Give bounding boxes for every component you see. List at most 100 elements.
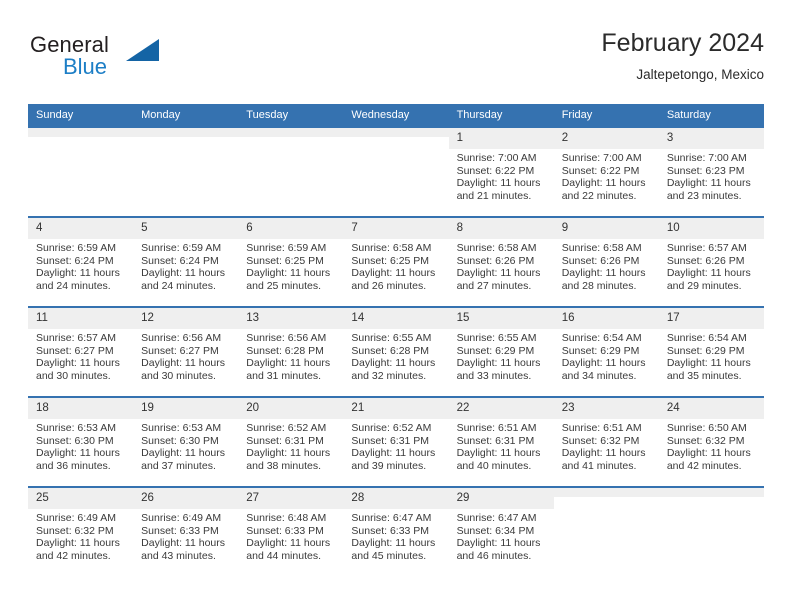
day-details: Sunrise: 7:00 AM Sunset: 6:23 PM Daylight:… bbox=[659, 149, 764, 202]
sunrise-text: Sunrise: 6:59 AM bbox=[36, 242, 116, 254]
calendar-week-row: 4 Sunrise: 6:59 AM Sunset: 6:24 PM Daylight… bbox=[28, 216, 764, 307]
weekday-header-sunday: Sunday bbox=[28, 104, 134, 127]
day-details: Sunrise: 6:49 AM Sunset: 6:32 PM Daylight:… bbox=[28, 509, 133, 562]
weekday-header-monday: Monday bbox=[133, 104, 239, 127]
day-number bbox=[28, 128, 134, 137]
calendar-day-cell[interactable]: 14 Sunrise: 6:55 AM Sunset: 6:28 PM Dayligh… bbox=[343, 306, 449, 397]
calendar-day-cell[interactable]: 6 Sunrise: 6:59 AM Sunset: 6:25 PM Daylight… bbox=[238, 216, 344, 307]
calendar-day-cell[interactable]: 23 Sunrise: 6:51 AM Sunset: 6:32 PM Dayligh… bbox=[553, 396, 659, 487]
calendar-day-cell[interactable]: 26 Sunrise: 6:49 AM Sunset: 6:33 PM Dayligh… bbox=[133, 486, 239, 576]
sunrise-text: Sunrise: 7:00 AM bbox=[666, 152, 747, 164]
calendar-day-cell[interactable]: 15 Sunrise: 6:55 AM Sunset: 6:29 PM Dayligh… bbox=[448, 306, 554, 397]
sunset-text: Sunset: 6:31 PM bbox=[456, 434, 535, 447]
calendar-day-cell[interactable]: 25 Sunrise: 6:49 AM Sunset: 6:32 PM Dayligh… bbox=[28, 486, 134, 576]
day-cell-inner: 3 Sunrise: 7:00 AM Sunset: 6:23 PM Daylight… bbox=[658, 128, 764, 216]
day-cell-inner: 18 Sunrise: 6:53 AM Sunset: 6:30 PM Dayligh… bbox=[28, 398, 134, 486]
calendar-day-cell[interactable]: 7 Sunrise: 6:58 AM Sunset: 6:25 PM Daylight… bbox=[343, 216, 449, 307]
day-number: 20 bbox=[238, 398, 344, 419]
day-number: 21 bbox=[343, 398, 449, 419]
calendar-day-cell[interactable]: 1 Sunrise: 7:00 AM Sunset: 6:22 PM Daylight… bbox=[448, 126, 554, 217]
daylight-text-line1: Daylight: 11 hours bbox=[561, 447, 646, 460]
calendar-day-cell[interactable]: 21 Sunrise: 6:52 AM Sunset: 6:31 PM Dayligh… bbox=[343, 396, 449, 487]
day-details: Sunrise: 6:51 AM Sunset: 6:32 PM Daylight:… bbox=[554, 419, 659, 472]
daylight-text-line1: Daylight: 11 hours bbox=[456, 537, 541, 550]
calendar-day-cell[interactable]: 4 Sunrise: 6:59 AM Sunset: 6:24 PM Daylight… bbox=[28, 216, 134, 307]
day-cell-inner: 1 Sunrise: 7:00 AM Sunset: 6:22 PM Daylight… bbox=[448, 128, 554, 216]
calendar-day-cell[interactable]: 5 Sunrise: 6:59 AM Sunset: 6:24 PM Daylight… bbox=[133, 216, 239, 307]
calendar-day-cell[interactable]: 17 Sunrise: 6:54 AM Sunset: 6:29 PM Dayligh… bbox=[658, 306, 764, 397]
sunset-text: Sunset: 6:26 PM bbox=[561, 254, 640, 267]
day-details: Sunrise: 6:58 AM Sunset: 6:25 PM Daylight:… bbox=[343, 239, 448, 292]
daylight-text-line2: and 46 minutes. bbox=[456, 549, 532, 562]
calendar-empty-cell bbox=[343, 126, 449, 217]
calendar-day-cell[interactable]: 16 Sunrise: 6:54 AM Sunset: 6:29 PM Dayligh… bbox=[553, 306, 659, 397]
day-number bbox=[343, 128, 449, 137]
page-title: February 2024 bbox=[601, 29, 764, 57]
calendar-week-row: 25 Sunrise: 6:49 AM Sunset: 6:32 PM Dayligh… bbox=[28, 486, 764, 576]
calendar-day-cell[interactable]: 13 Sunrise: 6:56 AM Sunset: 6:28 PM Dayligh… bbox=[238, 306, 344, 397]
sunset-text: Sunset: 6:32 PM bbox=[561, 434, 640, 447]
calendar-table: Sunday Monday Tuesday Wednesday Thursday Frid… bbox=[28, 104, 764, 576]
day-number: 26 bbox=[133, 488, 239, 509]
sunrise-text: Sunrise: 6:56 AM bbox=[141, 332, 222, 344]
sunrise-text: Sunrise: 6:54 AM bbox=[561, 332, 642, 344]
calendar-day-cell[interactable]: 29 Sunrise: 6:47 AM Sunset: 6:34 PM Dayligh… bbox=[448, 486, 554, 576]
sunset-text: Sunset: 6:24 PM bbox=[36, 254, 114, 267]
daylight-text-line2: and 23 minutes. bbox=[666, 189, 742, 202]
calendar-day-cell[interactable]: 22 Sunrise: 6:51 AM Sunset: 6:31 PM Dayligh… bbox=[448, 396, 554, 487]
sunset-text: Sunset: 6:33 PM bbox=[141, 524, 219, 537]
daylight-text-line1: Daylight: 11 hours bbox=[36, 267, 120, 280]
calendar-day-cell[interactable]: 10 Sunrise: 6:57 AM Sunset: 6:26 PM Dayligh… bbox=[658, 216, 764, 307]
daylight-text-line2: and 35 minutes. bbox=[666, 369, 742, 382]
day-cell-inner: 14 Sunrise: 6:55 AM Sunset: 6:28 PM Dayligh… bbox=[343, 308, 449, 396]
general-blue-logo[interactable]: General Blue bbox=[30, 32, 260, 88]
daylight-text-line1: Daylight: 11 hours bbox=[666, 177, 751, 190]
sunrise-text: Sunrise: 6:55 AM bbox=[351, 332, 432, 344]
sunrise-text: Sunrise: 6:58 AM bbox=[456, 242, 537, 254]
sunrise-text: Sunrise: 6:49 AM bbox=[36, 512, 116, 524]
calendar-day-cell[interactable]: 27 Sunrise: 6:48 AM Sunset: 6:33 PM Dayligh… bbox=[238, 486, 344, 576]
day-number: 8 bbox=[448, 218, 554, 239]
calendar-day-cell[interactable]: 18 Sunrise: 6:53 AM Sunset: 6:30 PM Dayligh… bbox=[28, 396, 134, 487]
daylight-text-line1: Daylight: 11 hours bbox=[561, 267, 646, 280]
day-details: Sunrise: 6:51 AM Sunset: 6:31 PM Daylight:… bbox=[449, 419, 554, 472]
sunset-text: Sunset: 6:27 PM bbox=[36, 344, 114, 357]
day-number bbox=[133, 128, 239, 137]
day-details: Sunrise: 6:55 AM Sunset: 6:29 PM Daylight:… bbox=[449, 329, 554, 382]
daylight-text-line2: and 33 minutes. bbox=[456, 369, 532, 382]
weekday-header-tuesday: Tuesday bbox=[238, 104, 344, 127]
calendar-day-cell[interactable]: 28 Sunrise: 6:47 AM Sunset: 6:33 PM Dayligh… bbox=[343, 486, 449, 576]
day-number: 5 bbox=[133, 218, 239, 239]
day-cell-inner bbox=[658, 488, 764, 576]
daylight-text-line2: and 30 minutes. bbox=[36, 369, 111, 382]
day-details: Sunrise: 6:56 AM Sunset: 6:27 PM Daylight:… bbox=[133, 329, 238, 382]
calendar-day-cell[interactable]: 2 Sunrise: 7:00 AM Sunset: 6:22 PM Daylight… bbox=[553, 126, 659, 217]
day-cell-inner bbox=[238, 128, 344, 216]
daylight-text-line2: and 24 minutes. bbox=[141, 279, 216, 292]
sunset-text: Sunset: 6:34 PM bbox=[456, 524, 535, 537]
sunrise-text: Sunrise: 6:58 AM bbox=[561, 242, 642, 254]
calendar-day-cell[interactable]: 9 Sunrise: 6:58 AM Sunset: 6:26 PM Daylight… bbox=[553, 216, 659, 307]
daylight-text-line2: and 24 minutes. bbox=[36, 279, 111, 292]
day-number: 27 bbox=[238, 488, 344, 509]
calendar-day-cell[interactable]: 12 Sunrise: 6:56 AM Sunset: 6:27 PM Dayligh… bbox=[133, 306, 239, 397]
calendar-day-cell[interactable]: 20 Sunrise: 6:52 AM Sunset: 6:31 PM Dayligh… bbox=[238, 396, 344, 487]
day-cell-inner: 23 Sunrise: 6:51 AM Sunset: 6:32 PM Dayligh… bbox=[553, 398, 659, 486]
daylight-text-line2: and 38 minutes. bbox=[246, 459, 321, 472]
day-cell-inner: 17 Sunrise: 6:54 AM Sunset: 6:29 PM Dayligh… bbox=[658, 308, 764, 396]
calendar-day-cell[interactable]: 8 Sunrise: 6:58 AM Sunset: 6:26 PM Daylight… bbox=[448, 216, 554, 307]
day-number: 6 bbox=[238, 218, 344, 239]
sunset-text: Sunset: 6:31 PM bbox=[246, 434, 324, 447]
calendar-day-cell[interactable]: 11 Sunrise: 6:57 AM Sunset: 6:27 PM Dayligh… bbox=[28, 306, 134, 397]
daylight-text-line2: and 42 minutes. bbox=[36, 549, 111, 562]
day-details: Sunrise: 6:53 AM Sunset: 6:30 PM Daylight:… bbox=[133, 419, 238, 472]
day-cell-inner: 25 Sunrise: 6:49 AM Sunset: 6:32 PM Dayligh… bbox=[28, 488, 134, 576]
day-details: Sunrise: 6:52 AM Sunset: 6:31 PM Daylight:… bbox=[238, 419, 343, 472]
sunrise-text: Sunrise: 7:00 AM bbox=[561, 152, 642, 164]
calendar-day-cell[interactable]: 3 Sunrise: 7:00 AM Sunset: 6:23 PM Daylight… bbox=[658, 126, 764, 217]
calendar-day-cell[interactable]: 19 Sunrise: 6:53 AM Sunset: 6:30 PM Dayligh… bbox=[133, 396, 239, 487]
calendar-day-cell[interactable]: 24 Sunrise: 6:50 AM Sunset: 6:32 PM Dayligh… bbox=[658, 396, 764, 487]
day-cell-inner: 10 Sunrise: 6:57 AM Sunset: 6:26 PM Dayligh… bbox=[658, 218, 764, 306]
calendar-empty-cell bbox=[553, 486, 659, 576]
day-cell-inner: 21 Sunrise: 6:52 AM Sunset: 6:31 PM Dayligh… bbox=[343, 398, 449, 486]
